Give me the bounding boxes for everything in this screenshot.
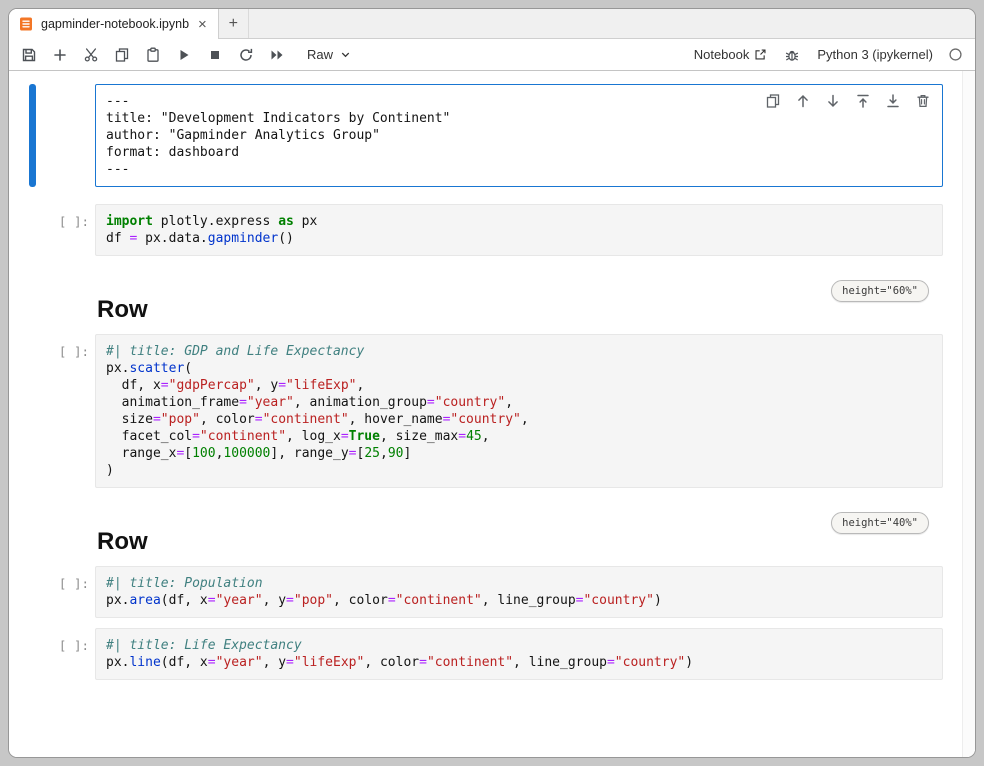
duplicate-cell-button[interactable] <box>762 90 784 112</box>
save-icon <box>21 47 37 63</box>
notebook-content: ---title: "Development Indicators by Con… <box>9 71 975 757</box>
save-button[interactable] <box>19 43 39 67</box>
cell-editor[interactable]: #| title: GDP and Life Expectancypx.scat… <box>95 334 943 488</box>
cell-editor[interactable]: #| title: Populationpx.area(df, x="year"… <box>95 566 943 618</box>
cell-editor[interactable]: import plotly.express as pxdf = px.data.… <box>95 204 943 256</box>
cell-collapser[interactable] <box>29 628 36 680</box>
run-all-button[interactable] <box>267 43 287 67</box>
tab-bar: gapminder-notebook.ipynb × + <box>9 9 975 39</box>
move-down-button[interactable] <box>822 90 844 112</box>
copy-icon <box>114 47 130 63</box>
chevron-down-icon <box>339 48 352 61</box>
cut-icon <box>83 47 99 63</box>
insert-above-button[interactable] <box>852 90 874 112</box>
interrupt-icon <box>207 47 223 63</box>
notebook-file-icon <box>18 16 34 32</box>
cell-list: ---title: "Development Indicators by Con… <box>9 71 975 680</box>
row-heading: Row <box>97 528 943 556</box>
delete-cell-button[interactable] <box>912 90 934 112</box>
desktop-background: gapminder-notebook.ipynb × + Raw Noteboo… <box>0 0 984 766</box>
cell-collapser[interactable] <box>29 516 36 558</box>
cell-toolbar <box>762 90 934 112</box>
insert-below-button[interactable] <box>882 90 904 112</box>
cell-prompt: [ ]: <box>47 628 95 680</box>
toolbar-buttons <box>19 43 287 67</box>
cell-collapser[interactable] <box>29 566 36 618</box>
move-up-button[interactable] <box>792 90 814 112</box>
cell-height-badge: height="40%" <box>831 512 929 534</box>
restart-button[interactable] <box>236 43 256 67</box>
cell-prompt: [ ]: <box>47 334 95 488</box>
row-heading: Row <box>97 296 943 324</box>
cell-height-badge: height="60%" <box>831 280 929 302</box>
cell-prompt <box>47 84 95 187</box>
tab-title: gapminder-notebook.ipynb <box>41 17 189 31</box>
restart-icon <box>238 47 254 63</box>
cell-type-dropdown[interactable]: Raw <box>307 47 352 62</box>
duplicate-cell-icon <box>765 93 781 109</box>
markdown-cell[interactable]: Rowheight="60%" <box>29 284 943 326</box>
code-cell[interactable]: [ ]:import plotly.express as pxdf = px.d… <box>29 204 943 256</box>
cell-prompt: [ ]: <box>47 566 95 618</box>
tab-gapminder-notebook[interactable]: gapminder-notebook.ipynb × <box>9 9 219 39</box>
insert-cell-button[interactable] <box>50 43 70 67</box>
move-down-icon <box>825 93 841 109</box>
notebook-label: Notebook <box>694 47 750 62</box>
debugger-button[interactable] <box>782 43 802 67</box>
bug-icon <box>784 47 800 63</box>
run-icon <box>176 47 192 63</box>
move-up-icon <box>795 93 811 109</box>
cell-collapser[interactable] <box>29 204 36 256</box>
code-cell[interactable]: [ ]:#| title: GDP and Life Expectancypx.… <box>29 334 943 488</box>
markdown-rendered[interactable]: Rowheight="60%" <box>95 284 943 326</box>
paste-button[interactable] <box>143 43 163 67</box>
insert-cell-icon <box>52 47 68 63</box>
cell-prompt <box>47 284 95 326</box>
cell-editor[interactable]: #| title: Life Expectancypx.line(df, x="… <box>95 628 943 680</box>
new-tab-button[interactable]: + <box>219 9 249 38</box>
open-in-notebook-button[interactable]: Notebook <box>694 47 768 62</box>
cell-collapser[interactable] <box>29 284 36 326</box>
paste-icon <box>145 47 161 63</box>
copy-button[interactable] <box>112 43 132 67</box>
interrupt-button[interactable] <box>205 43 225 67</box>
cut-button[interactable] <box>81 43 101 67</box>
code-cell[interactable]: [ ]:#| title: Populationpx.area(df, x="y… <box>29 566 943 618</box>
scrollbar[interactable] <box>962 71 975 757</box>
code-cell[interactable]: [ ]:#| title: Life Expectancypx.line(df,… <box>29 628 943 680</box>
tab-close-icon[interactable]: × <box>196 17 209 32</box>
cell-collapser[interactable] <box>29 334 36 488</box>
toolbar-right: Notebook Python 3 (ipykernel) <box>694 43 963 67</box>
insert-above-icon <box>855 93 871 109</box>
cell-editor[interactable]: ---title: "Development Indicators by Con… <box>95 84 943 187</box>
cell-type-value: Raw <box>307 47 333 62</box>
markdown-cell[interactable]: Rowheight="40%" <box>29 516 943 558</box>
markdown-rendered[interactable]: Rowheight="40%" <box>95 516 943 558</box>
cell-collapser[interactable] <box>29 84 36 187</box>
raw-cell[interactable]: ---title: "Development Indicators by Con… <box>29 84 943 187</box>
kernel-name[interactable]: Python 3 (ipykernel) <box>817 47 933 62</box>
insert-below-icon <box>885 93 901 109</box>
external-link-icon <box>754 48 767 61</box>
cell-prompt <box>47 516 95 558</box>
cell-prompt: [ ]: <box>47 204 95 256</box>
notebook-toolbar: Raw Notebook Python 3 (ipykernel) <box>9 39 975 71</box>
run-button[interactable] <box>174 43 194 67</box>
jupyterlab-window: gapminder-notebook.ipynb × + Raw Noteboo… <box>8 8 976 758</box>
run-all-icon <box>269 47 285 63</box>
delete-cell-icon <box>915 93 931 109</box>
kernel-status-icon <box>948 47 963 62</box>
